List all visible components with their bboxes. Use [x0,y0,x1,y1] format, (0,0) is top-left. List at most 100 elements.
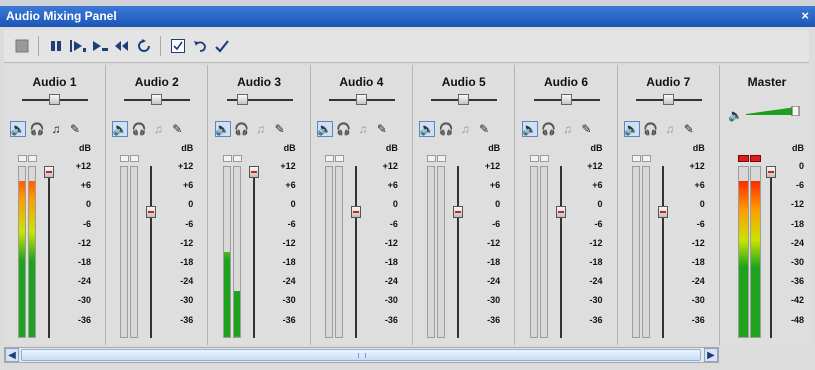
undo-icon[interactable] [190,36,210,56]
pan-slider[interactable] [328,94,395,105]
pan-knob[interactable] [151,94,163,105]
pencil-icon[interactable]: ✎ [681,121,697,137]
pause-icon[interactable] [46,36,66,56]
rewind-icon[interactable] [112,36,132,56]
scale-tick: 0 [495,199,501,210]
pencil-icon[interactable]: ✎ [374,121,390,137]
pencil-icon[interactable]: ✎ [579,121,595,137]
music-note-icon[interactable]: ♫ [662,121,678,137]
clip-indicator [427,155,437,162]
music-note-icon[interactable]: ♫ [48,121,64,137]
mute-speaker-icon[interactable]: 🔈 [112,121,129,137]
music-note-icon[interactable]: ♫ [457,121,473,137]
pencil-icon[interactable]: ✎ [67,121,83,137]
volume-fader[interactable] [350,206,361,218]
mute-speaker-icon[interactable]: 🔈 [316,121,333,137]
music-note-icon[interactable]: ♫ [150,121,166,137]
scale-tick: 0 [188,199,194,210]
fader-track [457,166,460,338]
scale-tick: +12 [689,161,705,171]
pan-knob[interactable] [49,94,60,105]
level-meter-right [130,166,139,338]
channel-name: Audio 1 [32,75,77,89]
pencil-icon[interactable]: ✎ [476,121,492,137]
scale-tick: +6 [387,180,398,191]
volume-fader[interactable] [248,166,259,178]
pan-knob[interactable] [560,94,572,105]
scale-tick: -18 [77,257,91,267]
channel-strip: Audio 6 🔈 🎧 ♫ ✎ dB +12 +6 0 -6 -12 -18 -24 -30 -36 [516,65,618,345]
music-note-icon[interactable]: ♫ [560,121,576,137]
transport-toolbar [4,30,809,63]
mute-speaker-icon[interactable]: 🔈 [10,121,26,137]
level-meter-right [641,166,650,338]
pan-slider[interactable] [431,94,498,105]
mute-speaker-icon[interactable]: 🔈 [623,121,640,137]
pan-slider[interactable] [124,94,191,105]
horizontal-scrollbar[interactable]: ◀ ▶ [4,347,719,363]
pan-slider[interactable] [635,94,702,105]
pan-slider[interactable] [533,94,600,105]
volume-fader[interactable] [44,166,54,178]
pan-knob[interactable] [237,94,249,105]
level-meter-left [427,166,436,338]
pencil-icon[interactable]: ✎ [272,121,288,137]
scale-tick: -30 [282,295,296,306]
clip-indicator [738,155,749,162]
headphones-icon[interactable]: 🎧 [438,121,454,137]
channel-strip: Audio 3 🔈 🎧 ♫ ✎ dB +12 +6 0 -6 -12 -18 -24 -30 -36 [209,65,311,345]
headphones-icon[interactable]: 🎧 [29,121,45,137]
scale-tick: -12 [691,237,705,248]
scale-tick: -6 [696,218,705,229]
play-range-icon[interactable] [68,36,88,56]
level-meter-right [437,166,446,338]
speaker-icon[interactable]: 🔈 [728,108,743,122]
pencil-icon[interactable]: ✎ [169,121,185,137]
headphones-icon[interactable]: 🎧 [131,121,147,137]
volume-fader[interactable] [657,206,668,218]
db-label: dB [792,143,804,153]
scale-tick: -24 [180,276,194,287]
mute-speaker-icon[interactable]: 🔈 [419,121,436,137]
music-note-icon[interactable]: ♫ [355,121,371,137]
master-volume-slider[interactable] [746,106,800,116]
play-selection-icon[interactable] [90,36,110,56]
mute-speaker-icon[interactable]: 🔈 [521,121,538,137]
scale-tick: -30 [589,295,603,306]
clip-indicator [631,155,641,162]
checkbox-icon[interactable] [168,36,188,56]
pan-knob[interactable] [662,94,674,105]
scroll-left-button[interactable]: ◀ [5,348,19,362]
clip-indicator [539,155,549,162]
stop-icon[interactable] [12,36,32,56]
headphones-icon[interactable]: 🎧 [234,121,250,137]
scroll-right-button[interactable]: ▶ [704,348,718,362]
level-meter-left [324,166,333,338]
scale-tick: -42 [790,295,804,306]
clip-indicator [750,155,761,162]
pan-slider[interactable] [226,94,293,105]
channel-strip: Audio 5 🔈 🎧 ♫ ✎ dB +12 +6 0 -6 -12 -18 -24 -30 -36 [413,65,516,345]
pan-knob[interactable] [355,94,367,105]
close-button[interactable]: × [801,8,809,23]
volume-fader[interactable] [555,206,566,218]
volume-fader[interactable] [146,206,157,218]
headphones-icon[interactable]: 🎧 [336,121,352,137]
pan-knob[interactable] [458,94,470,105]
loop-icon[interactable] [134,36,154,56]
scale-tick: -6 [594,218,603,229]
music-note-icon[interactable]: ♫ [253,121,269,137]
clip-indicator [18,155,27,162]
mute-speaker-icon[interactable]: 🔈 [214,121,231,137]
apply-check-icon[interactable] [212,36,232,56]
channel-name: Audio 2 [134,75,179,89]
headphones-icon[interactable]: 🎧 [643,121,659,137]
scale-tick: -36 [77,314,91,325]
volume-fader[interactable] [453,206,464,218]
pan-slider[interactable] [22,94,88,105]
scale-tick: -18 [282,257,296,267]
scroll-thumb[interactable] [21,349,701,361]
headphones-icon[interactable]: 🎧 [541,121,557,137]
db-label: dB [79,143,91,153]
channel-strip: Audio 4 🔈 🎧 ♫ ✎ dB +12 +6 0 -6 -12 -18 -24 -30 -36 [311,65,413,345]
